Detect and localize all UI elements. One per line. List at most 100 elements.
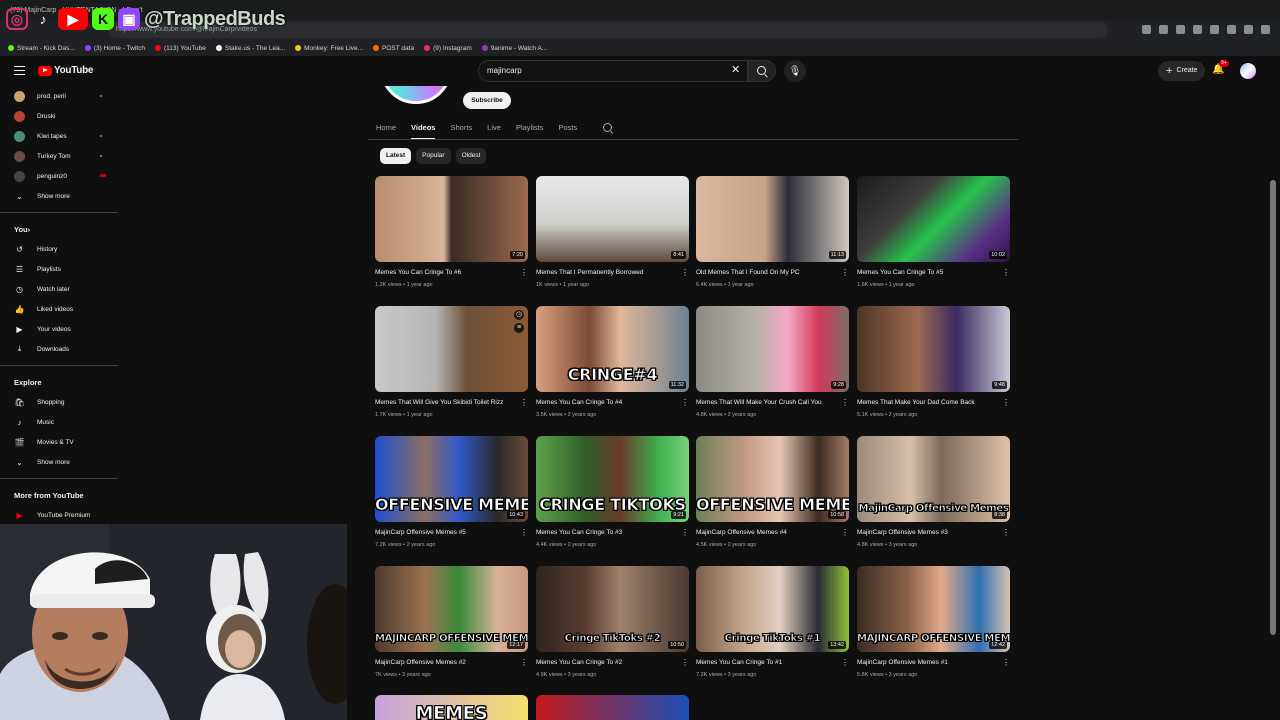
video-title[interactable]: MajinCarp Offensive Memes #1 <box>857 659 997 666</box>
bookmark-item[interactable]: POST data <box>373 44 414 52</box>
video-card[interactable]: 9:28 Memes That Will Make Your Crush Call… <box>696 306 849 426</box>
video-title[interactable]: Memes That Will Give You Skibidi Toilet … <box>375 399 515 406</box>
sidebar-item[interactable]: ↺ History <box>0 239 118 259</box>
extension-icon[interactable] <box>1176 25 1185 34</box>
create-button[interactable]: + Create <box>1158 61 1206 81</box>
youtube-logo[interactable]: YouTube <box>38 65 94 76</box>
video-thumbnail[interactable]: 10:02 <box>857 176 1010 262</box>
video-title[interactable]: Memes That Make Your Dad Come Back <box>857 399 997 406</box>
more-actions-icon[interactable]: ⋮ <box>841 528 849 538</box>
bookmark-item[interactable]: 9anime - Watch A... <box>481 44 547 52</box>
sidebar-subscription[interactable]: Druski <box>0 106 118 126</box>
video-title[interactable]: Memes That Will Make Your Crush Call You <box>696 399 836 406</box>
video-title[interactable]: Memes You Can Cringe To #1 <box>696 659 836 666</box>
video-title[interactable]: Old Memes That I Found On My PC <box>696 269 836 276</box>
bookmark-item[interactable]: Monkey: Free Live... <box>295 44 363 52</box>
video-title[interactable]: Memes You Can Cringe To #5 <box>857 269 997 276</box>
sidebar-item[interactable]: 🛍 Shopping <box>0 392 118 412</box>
video-thumbnail[interactable]: MAJINCARP OFFENSIVE MEME 12:42 <box>857 566 1010 652</box>
video-title[interactable]: MajinCarp Offensive Memes #4 <box>696 529 836 536</box>
video-card[interactable]: MAJINCARP OFFENSIVE MEME 12:42 MajinCarp O… <box>857 566 1010 686</box>
account-avatar[interactable] <box>1240 63 1256 79</box>
bookmark-item[interactable]: Stake.us - The Lea... <box>215 44 285 52</box>
video-title[interactable]: Memes You Can Cringe To #2 <box>536 659 676 666</box>
more-actions-icon[interactable]: ⋮ <box>841 398 849 408</box>
search-button[interactable] <box>748 60 776 82</box>
video-thumbnail[interactable]: OFFENSIVE MEMES 10:58 <box>696 436 849 522</box>
extension-icon[interactable] <box>1193 25 1202 34</box>
video-thumbnail[interactable]: OFFENSIVE MEMES 10:43 <box>375 436 528 522</box>
voice-search-button[interactable]: 🎙 <box>784 60 806 82</box>
sidebar-subscription[interactable]: penguinz0 <box>0 166 118 186</box>
video-thumbnail[interactable]: MajinCarp Offensive Memes 8:38 <box>857 436 1010 522</box>
tab-posts[interactable]: Posts <box>558 118 577 138</box>
sidebar-subscription[interactable]: Turkey Tom <box>0 146 118 166</box>
video-card[interactable]: 9:48 Memes That Make Your Dad Come Back 5.… <box>857 306 1010 426</box>
video-card[interactable]: Cringe TikToks #2 10:50 Memes You Can Crin… <box>536 566 689 686</box>
video-thumbnail[interactable]: CRINGE TIKTOKS 9:21 <box>536 436 689 522</box>
sidebar-item[interactable]: ☰ Playlists <box>0 259 118 279</box>
sidebar-item[interactable]: ⤓ Downloads <box>0 339 118 359</box>
video-card[interactable]: Cringe TikToks #1 13:42 Memes You Can Crin… <box>696 566 849 686</box>
video-thumbnail[interactable]: ◷ ≡ <box>375 306 528 392</box>
search-input[interactable]: majincarp <box>478 60 748 82</box>
sidebar-show-more[interactable]: ⌄ Show more <box>0 186 118 206</box>
chip-latest[interactable]: Latest <box>380 148 412 164</box>
video-title[interactable]: Memes You Can Cringe To #4 <box>536 399 676 406</box>
more-actions-icon[interactable]: ⋮ <box>841 658 849 668</box>
video-card[interactable]: OFFENSIVE MEMES 10:43 MajinCarp Offensive … <box>375 436 528 556</box>
video-card[interactable]: MAJINCARP OFFENSIVE MEMES 12:17 MajinCarp … <box>375 566 528 686</box>
tab-videos[interactable]: Videos <box>411 118 436 140</box>
sidebar-show-more[interactable]: ⌄ Show more <box>0 452 118 472</box>
extension-icon[interactable] <box>1159 25 1168 34</box>
more-actions-icon[interactable]: ⋮ <box>1002 528 1010 538</box>
watch-later-icon[interactable]: ◷ <box>514 310 524 320</box>
sidebar-item[interactable]: 👍 Liked videos <box>0 299 118 319</box>
more-actions-icon[interactable]: ⋮ <box>681 268 689 278</box>
video-thumbnail[interactable]: MEMES <box>375 695 528 720</box>
tab-playlists[interactable]: Playlists <box>516 118 544 138</box>
more-actions-icon[interactable]: ⋮ <box>841 268 849 278</box>
more-actions-icon[interactable]: ⋮ <box>520 398 528 408</box>
video-thumbnail[interactable]: 7:20 <box>375 176 528 262</box>
chip-popular[interactable]: Popular <box>416 148 451 164</box>
add-to-queue-icon[interactable]: ≡ <box>514 323 524 333</box>
bookmark-item[interactable]: Stream - Kick Das... <box>8 44 75 52</box>
more-actions-icon[interactable]: ⋮ <box>520 268 528 278</box>
video-thumbnail[interactable]: 8:41 <box>536 176 689 262</box>
clear-search-icon[interactable]: ✕ <box>731 64 740 76</box>
video-card[interactable]: CRINGE#4 11:32 Memes You Can Cringe To #4 3… <box>536 306 689 426</box>
extension-icon[interactable] <box>1261 25 1270 34</box>
more-actions-icon[interactable]: ⋮ <box>681 528 689 538</box>
sidebar-item[interactable]: ▶ YouTube Premium <box>0 505 118 525</box>
subscribe-button[interactable]: Subscribe <box>463 92 511 109</box>
sidebar-subscription[interactable]: Kiwi tapes <box>0 126 118 146</box>
sidebar-item[interactable]: ♪ Music <box>0 412 118 432</box>
more-actions-icon[interactable]: ⋮ <box>520 658 528 668</box>
video-card[interactable]: CRINGE TIKTOKS 9:21 Memes You Can Cringe T… <box>536 436 689 556</box>
video-thumbnail[interactable] <box>536 695 689 720</box>
sidebar-subscription[interactable]: prod. peril <box>0 86 118 106</box>
more-actions-icon[interactable]: ⋮ <box>1002 398 1010 408</box>
video-card[interactable]: 8:41 Memes That I Permanently Borrowed 1K … <box>536 176 689 296</box>
video-card[interactable]: 10:02 Memes You Can Cringe To #5 1.6K view… <box>857 176 1010 296</box>
video-card[interactable]: ◷ ≡ Memes That Will Give You Skibidi Toile… <box>375 306 528 426</box>
tab-shorts[interactable]: Shorts <box>450 118 472 138</box>
sidebar-item[interactable]: ▶ Your videos <box>0 319 118 339</box>
bookmark-item[interactable]: (9) Instagram <box>424 44 472 52</box>
more-actions-icon[interactable]: ⋮ <box>1002 268 1010 278</box>
video-title[interactable]: Memes You Can Cringe To #3 <box>536 529 676 536</box>
more-actions-icon[interactable]: ⋮ <box>681 398 689 408</box>
menu-icon[interactable] <box>14 66 25 75</box>
more-actions-icon[interactable]: ⋮ <box>520 528 528 538</box>
sidebar-item[interactable]: 🎬 Movies & TV <box>0 432 118 452</box>
video-card[interactable]: OFFENSIVE MEMES 10:58 MajinCarp Offensive … <box>696 436 849 556</box>
extension-icon[interactable] <box>1210 25 1219 34</box>
tab-home[interactable]: Home <box>376 118 396 138</box>
video-card[interactable]: 11:13 Old Memes That I Found On My PC 6.4K… <box>696 176 849 296</box>
chip-oldest[interactable]: Oldest <box>455 148 487 164</box>
video-thumbnail[interactable]: Cringe TikToks #1 13:42 <box>696 566 849 652</box>
video-thumbnail[interactable]: 9:28 <box>696 306 849 392</box>
more-actions-icon[interactable]: ⋮ <box>681 658 689 668</box>
extension-icon[interactable] <box>1227 25 1236 34</box>
